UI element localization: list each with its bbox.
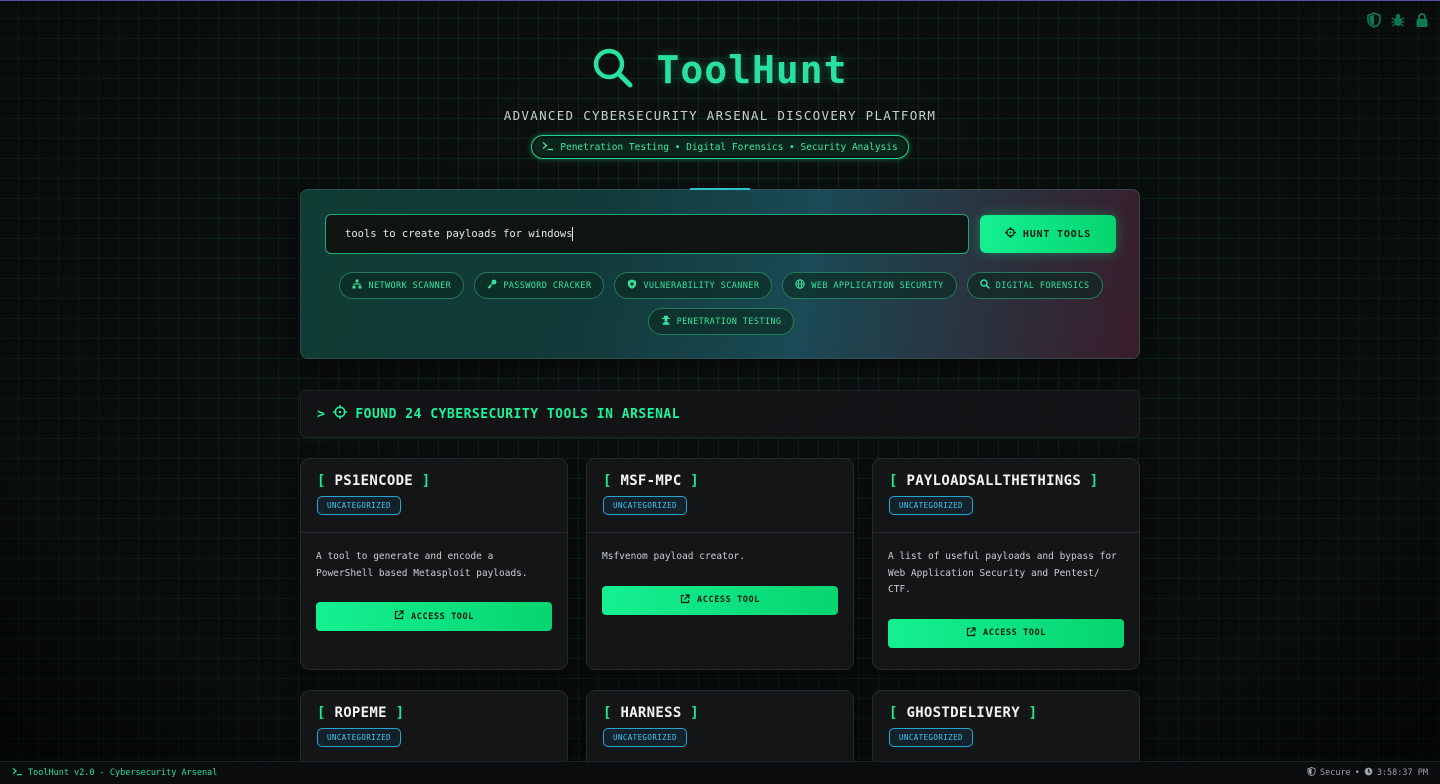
- secure-status: Secure: [1319, 768, 1351, 778]
- category-badge: UNCATEGORIZED: [603, 496, 687, 515]
- results-count-text: FOUND 24 CYBERSECURITY TOOLS IN ARSENAL: [355, 406, 681, 422]
- tool-name: [ HARNESS ]: [603, 705, 700, 721]
- quick-filter-chips: NETWORK SCANNER PASSWORD CRACKER VULNERA…: [325, 272, 1117, 335]
- tagline-pill: Penetration Testing • Digital Forensics …: [531, 135, 909, 159]
- chip-web-application-security[interactable]: WEB APPLICATION SECURITY: [782, 272, 957, 299]
- globe-icon: [795, 279, 806, 292]
- category-badge: UNCATEGORIZED: [317, 496, 401, 515]
- search-panel: HUNT TOOLS NETWORK SCANNER PASSWORD CRAC…: [300, 188, 1140, 359]
- clock-time: 3:58:37 PM: [1376, 768, 1428, 778]
- panel-accent-line: [690, 188, 750, 190]
- tool-name: [ GHOSTDELIVERY ]: [889, 705, 1038, 721]
- access-tool-label: ACCESS TOOL: [697, 595, 760, 605]
- access-tool-button[interactable]: ACCESS TOOL: [316, 602, 552, 631]
- tool-name: [ PAYLOADSALLTHETHINGS ]: [889, 473, 1099, 489]
- search-input[interactable]: [325, 214, 969, 254]
- corner-icons: [1366, 12, 1430, 28]
- prompt-symbol: >: [317, 406, 326, 422]
- chip-label: VULNERABILITY SCANNER: [643, 280, 760, 291]
- tool-description: A tool to generate and encode a PowerShe…: [316, 551, 528, 579]
- network-icon: [352, 279, 362, 292]
- top-accent-line: [0, 0, 1440, 1]
- app-subtitle: ADVANCED CYBERSECURITY ARSENAL DISCOVERY…: [503, 108, 937, 123]
- text-caret: [572, 227, 573, 241]
- chip-label: NETWORK SCANNER: [368, 280, 452, 291]
- chip-vulnerability-scanner[interactable]: VULNERABILITY SCANNER: [614, 272, 773, 299]
- category-badge: UNCATEGORIZED: [603, 728, 687, 747]
- chip-label: DIGITAL FORENSICS: [995, 280, 1090, 291]
- external-link-icon: [394, 610, 404, 623]
- access-tool-button[interactable]: ACCESS TOOL: [602, 585, 838, 615]
- status-separator: •: [1354, 768, 1360, 778]
- crosshair-icon: [333, 405, 348, 423]
- tool-name: [ PS1ENCODE ]: [317, 473, 431, 489]
- bug-icon: [1390, 12, 1406, 28]
- tool-description: A list of useful payloads and bypass for…: [888, 551, 1117, 595]
- tool-card: [ PAYLOADSALLTHETHINGS ] UNCATEGORIZED A…: [872, 458, 1140, 670]
- tool-name: [ ROPEME ]: [317, 705, 405, 721]
- crosshair-icon: [1004, 227, 1016, 241]
- user-secret-icon: [661, 315, 671, 328]
- chip-label: PENETRATION TESTING: [676, 316, 782, 327]
- chip-digital-forensics[interactable]: DIGITAL FORENSICS: [966, 272, 1103, 299]
- tool-card: [ PS1ENCODE ] UNCATEGORIZED A tool to ge…: [300, 458, 568, 670]
- shield-icon: [1366, 12, 1382, 28]
- tool-name: [ MSF-MPC ]: [603, 473, 700, 489]
- shield-icon: [627, 279, 637, 292]
- chip-network-scanner[interactable]: NETWORK SCANNER: [339, 272, 465, 299]
- chip-label: WEB APPLICATION SECURITY: [811, 280, 944, 291]
- page-header: ToolHunt ADVANCED CYBERSECURITY ARSENAL …: [0, 44, 1440, 159]
- access-tool-button[interactable]: ACCESS TOOL: [888, 618, 1124, 648]
- external-link-icon: [680, 593, 690, 607]
- status-bar: ToolHunt v2.0 - Cybersecurity Arsenal Se…: [0, 761, 1440, 784]
- tool-card: [ MSF-MPC ] UNCATEGORIZED Msfvenom paylo…: [586, 458, 854, 670]
- hunt-tools-label: HUNT TOOLS: [1022, 228, 1092, 240]
- chip-label: PASSWORD CRACKER: [503, 280, 592, 291]
- results-summary: > FOUND 24 CYBERSECURITY TOOLS IN ARSENA…: [300, 390, 1140, 438]
- external-link-icon: [966, 626, 976, 640]
- category-badge: UNCATEGORIZED: [889, 728, 973, 747]
- magnifier-icon: [592, 47, 634, 93]
- clock-icon: [1364, 767, 1373, 779]
- chip-password-cracker[interactable]: PASSWORD CRACKER: [474, 272, 605, 299]
- app-title: ToolHunt: [656, 48, 848, 92]
- app-version: ToolHunt v2.0 - Cybersecurity Arsenal: [28, 768, 218, 778]
- terminal-icon: [12, 767, 23, 779]
- logo: ToolHunt: [0, 44, 1440, 96]
- terminal-icon: [542, 141, 554, 154]
- access-tool-label: ACCESS TOOL: [983, 628, 1046, 638]
- search-icon: [980, 279, 990, 292]
- chip-penetration-testing[interactable]: PENETRATION TESTING: [647, 308, 795, 335]
- category-badge: UNCATEGORIZED: [889, 496, 973, 515]
- category-badge: UNCATEGORIZED: [317, 728, 401, 747]
- lock-icon: [1414, 12, 1430, 28]
- shield-icon: [1307, 766, 1316, 779]
- tagline-text: Penetration Testing • Digital Forensics …: [560, 141, 898, 153]
- key-icon: [487, 279, 497, 292]
- tool-description: Msfvenom payload creator.: [602, 551, 745, 562]
- hunt-tools-button[interactable]: HUNT TOOLS: [980, 215, 1116, 253]
- access-tool-label: ACCESS TOOL: [411, 611, 474, 622]
